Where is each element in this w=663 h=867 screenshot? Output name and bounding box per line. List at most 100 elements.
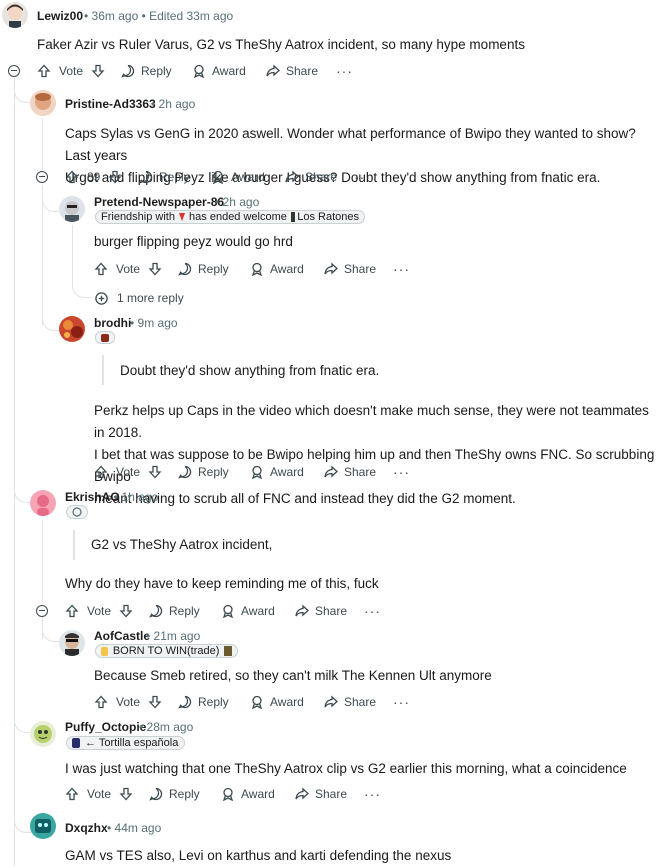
more-options-button[interactable]: ··· [336,61,353,81]
share-button[interactable]: Share [324,462,376,482]
reply-button[interactable]: Reply [139,167,190,187]
username[interactable]: brodhi [94,316,131,330]
collapse-thread-icon[interactable] [8,65,20,77]
blockquote-bar [102,355,104,385]
share-button[interactable]: Share [295,784,347,804]
downvote-icon[interactable] [148,695,162,709]
avatar[interactable] [2,2,28,28]
award-icon [250,465,264,479]
collapse-thread-icon[interactable] [36,605,48,617]
upvote-icon[interactable] [65,787,79,801]
username[interactable]: Dxqzhx [65,821,108,835]
award-button[interactable]: Award [250,692,304,712]
avatar[interactable] [30,721,56,747]
avatar[interactable] [30,90,56,116]
upvote-icon[interactable] [65,170,79,184]
avatar[interactable] [59,316,85,342]
upvote-icon[interactable] [94,695,108,709]
upvote-icon[interactable] [65,604,79,618]
share-button[interactable]: Share [324,692,376,712]
vote-group: Vote [94,462,162,482]
comment-meta: • 1h ago [114,490,159,504]
award-button[interactable]: Award [221,784,275,804]
downvote-icon[interactable] [91,64,105,78]
reply-icon [139,170,153,184]
blockquote-bar [73,530,75,560]
award-button[interactable]: Award [192,61,246,81]
upvote-icon[interactable] [37,64,51,78]
avatar[interactable] [30,490,56,516]
more-replies-button[interactable]: 1 more reply [95,288,184,308]
share-icon [285,170,299,184]
username[interactable]: Pristine-Ad3363 [65,97,156,111]
downvote-icon[interactable] [148,465,162,479]
vote-group: Vote [65,784,133,804]
comment-body: Why do they have to keep reminding me of… [65,576,379,591]
username[interactable]: AofCastle [94,629,150,643]
comment-meta: • 36m ago • Edited 33m ago [84,9,234,23]
award-button[interactable]: Award [250,462,304,482]
comment-meta: • 28m ago [139,720,194,734]
vote-label: Vote [87,604,112,618]
username[interactable]: Lewiz00 [37,9,83,23]
award-icon [221,604,235,618]
user-flair: Friendship with has ended welcome Los Ra… [95,210,365,224]
collapse-thread-icon[interactable] [36,171,48,183]
comment-body: GAM vs TES also, Levi on karthus and kar… [65,848,452,863]
share-icon [295,787,309,801]
flair-emoji-icon [66,505,88,519]
hands-icon [101,646,108,656]
more-options-button[interactable]: ··· [354,167,371,187]
reply-button[interactable]: Reply [178,692,229,712]
comment-meta: • 2h ago [151,97,196,111]
timestamp: 36m ago [91,9,139,23]
user-flair: BORN TO WIN(trade) [95,644,238,658]
reply-button[interactable]: Reply [149,784,200,804]
share-icon [324,465,338,479]
upvote-icon[interactable] [94,465,108,479]
more-options-button[interactable]: ··· [364,784,381,804]
vote-label: Vote [116,465,141,479]
vote-group: Vote [65,601,133,621]
quoted-text: Doubt they'd show anything from fnatic e… [120,363,380,378]
more-options-button[interactable]: ··· [364,601,381,621]
more-options-button[interactable]: ··· [393,462,410,482]
award-button[interactable]: Award [250,259,304,279]
avatar[interactable] [59,196,85,222]
team-logo-icon [178,213,186,221]
downvote-icon[interactable] [108,170,122,184]
team-logo-icon [72,738,80,748]
username[interactable]: Puffy_Octopie [65,720,146,734]
share-button[interactable]: Share [266,61,318,81]
upvote-icon[interactable] [94,262,108,276]
avatar[interactable] [30,813,56,839]
award-button[interactable]: Award [221,601,275,621]
downvote-icon[interactable] [148,262,162,276]
thread-connector [72,281,91,298]
comment-body: Faker Azir vs Ruler Varus, G2 vs TheShy … [37,37,525,52]
username[interactable]: Pretend-Newspaper-86 [94,195,224,209]
reply-icon [121,64,135,78]
username[interactable]: EkrishAO [65,490,120,504]
reply-button[interactable]: Reply [178,259,229,279]
comment-meta: • 2h ago [215,195,260,209]
avatar[interactable] [59,630,85,656]
award-button[interactable]: Award [211,167,265,187]
reply-button[interactable]: Reply [149,601,200,621]
award-icon [250,695,264,709]
share-button[interactable]: Share [295,601,347,621]
downvote-icon[interactable] [119,604,133,618]
quoted-text: G2 vs TheShy Aatrox incident, [91,537,273,552]
user-flair: ← Tortilla española [66,736,185,750]
timestamp: 9m ago [137,316,178,330]
timestamp: 2h ago [222,195,260,209]
reply-button[interactable]: Reply [121,61,172,81]
downvote-icon[interactable] [119,787,133,801]
more-options-button[interactable]: ··· [393,692,410,712]
share-button[interactable]: Share [285,167,337,187]
share-button[interactable]: Share [324,259,376,279]
thread-line [14,78,15,866]
more-options-button[interactable]: ··· [393,259,410,279]
thread-line [72,225,73,281]
reply-button[interactable]: Reply [178,462,229,482]
